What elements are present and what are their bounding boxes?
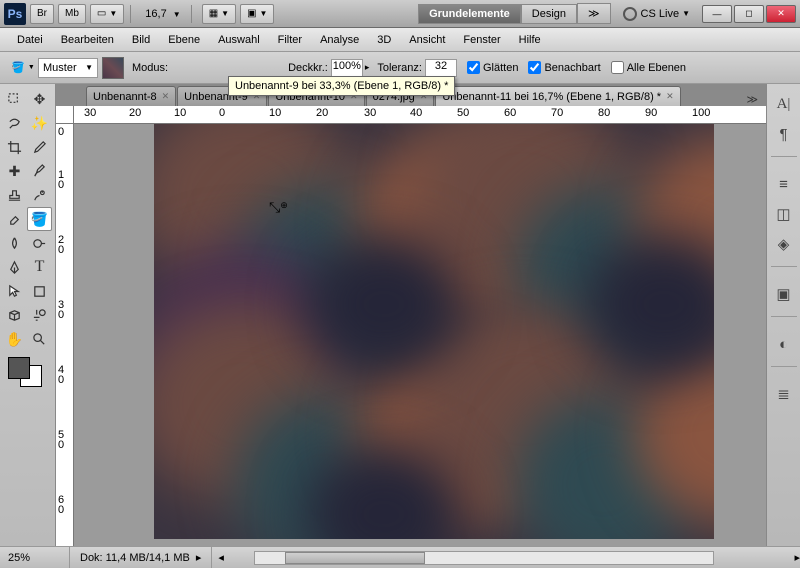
workspace-design[interactable]: Design	[521, 4, 577, 24]
canvas[interactable]	[154, 124, 714, 539]
deckkraft-arrow-icon[interactable]: ▸	[365, 62, 370, 73]
benachbart-checkbox[interactable]: Benachbart	[528, 61, 600, 74]
menubar: Datei Bearbeiten Bild Ebene Auswahl Filt…	[0, 28, 800, 52]
status-docsize[interactable]: Dok: 11,4 MB/14,1 MB ▸	[70, 547, 212, 568]
shape-tool[interactable]	[27, 279, 52, 303]
close-icon[interactable]: ✕	[162, 91, 170, 102]
arrange-button[interactable]: ▦▼	[202, 4, 236, 24]
canvas-wrap: 3020100102030405060708090100 01020304050…	[56, 106, 766, 546]
brush-tool[interactable]	[27, 159, 52, 183]
layout-button[interactable]: ▭▼	[90, 4, 124, 24]
pen-tool[interactable]	[2, 255, 27, 279]
bridge-button[interactable]: Br	[30, 4, 54, 24]
lasso-tool[interactable]	[2, 111, 27, 135]
eraser-tool[interactable]	[2, 207, 27, 231]
character-panel-icon[interactable]: A|	[772, 92, 796, 116]
scroll-left-icon[interactable]: ◂	[218, 551, 224, 564]
type-tool[interactable]: T	[27, 255, 52, 279]
bucket-tool[interactable]: 🪣	[27, 207, 52, 231]
scroll-right-icon[interactable]: ▸	[794, 551, 800, 564]
toleranz-input[interactable]: 32	[425, 59, 457, 77]
pattern-swatch[interactable]	[102, 57, 124, 79]
zoom-tool[interactable]	[27, 327, 52, 351]
magic-wand-tool[interactable]: ✨	[27, 111, 52, 135]
close-button[interactable]: ✕	[766, 5, 796, 23]
healing-tool[interactable]: ✚	[2, 159, 27, 183]
zoom-display[interactable]: 16,7 ▼	[141, 8, 184, 20]
layers-panel-icon[interactable]: ◈	[772, 232, 796, 256]
workspace-grundelemente[interactable]: Grundelemente	[418, 4, 521, 24]
minibridge-button[interactable]: Mb	[58, 4, 86, 24]
status-zoom[interactable]: 25%	[0, 547, 70, 568]
scrollbar-thumb[interactable]	[285, 552, 425, 564]
crop-tool[interactable]	[2, 135, 27, 159]
maximize-button[interactable]: ◻	[734, 5, 764, 23]
minimize-button[interactable]: —	[702, 5, 732, 23]
doc-tab[interactable]: Unbenannt-8✕	[86, 86, 176, 106]
screen-mode-button[interactable]: ▣▼	[240, 4, 274, 24]
blur-tool[interactable]	[2, 231, 27, 255]
tabs-overflow[interactable]: ≫	[738, 93, 766, 106]
cslive-button[interactable]: CS Live▼	[623, 7, 690, 21]
app-icon: Ps	[4, 3, 26, 25]
menu-auswahl[interactable]: Auswahl	[209, 31, 269, 49]
eyedropper-tool[interactable]	[27, 135, 52, 159]
move-arrow-tool[interactable]: ✥	[27, 87, 52, 111]
styles-panel-icon[interactable]: ≣	[772, 382, 796, 406]
menu-ebene[interactable]: Ebene	[159, 31, 209, 49]
adjust-panel-icon[interactable]: ◐	[772, 332, 796, 356]
options-bar: 🪣▼ Muster▼ Modus: Deckkr.: 100% ▸ Tolera…	[0, 52, 800, 84]
stamp-tool[interactable]	[2, 183, 27, 207]
toleranz-label: Toleranz:	[377, 62, 422, 74]
toolbox: ✥ ✨ ✚ 🪣 T ✋	[0, 84, 56, 546]
ruler-vertical[interactable]: 0102030405060	[56, 124, 74, 546]
document-area: Unbenannt-8✕ Unbenannt-9✕ Unbenannt-10✕ …	[56, 84, 766, 546]
cslive-icon	[623, 7, 637, 21]
modus-label: Modus:	[132, 62, 168, 74]
deckkraft-input[interactable]: 100%	[331, 59, 363, 77]
menu-bearbeiten[interactable]: Bearbeiten	[52, 31, 123, 49]
menu-fenster[interactable]: Fenster	[454, 31, 509, 49]
titlebar: Ps Br Mb ▭▼ 16,7 ▼ ▦▼ ▣▼ Grundelemente D…	[0, 0, 800, 28]
color-swatches[interactable]	[2, 357, 53, 387]
scrollbar-horizontal[interactable]	[254, 551, 715, 565]
path-select-tool[interactable]	[2, 279, 27, 303]
statusbar: 25% Dok: 11,4 MB/14,1 MB ▸ ◂ ▸	[0, 546, 800, 568]
camera-tool[interactable]	[27, 303, 52, 327]
menu-ansicht[interactable]: Ansicht	[400, 31, 454, 49]
doc-tab-active[interactable]: Unbenannt-11 bei 16,7% (Ebene 1, RGB/8) …	[435, 86, 680, 106]
menu-filter[interactable]: Filter	[269, 31, 311, 49]
history-brush-tool[interactable]	[27, 183, 52, 207]
fill-mode-select[interactable]: Muster▼	[38, 58, 98, 78]
current-tool-icon[interactable]: 🪣▼	[8, 57, 38, 79]
move-tool[interactable]	[2, 87, 27, 111]
foreground-color[interactable]	[8, 357, 30, 379]
deckkraft-label: Deckkr.:	[288, 62, 328, 74]
ruler-horizontal[interactable]: 3020100102030405060708090100	[74, 106, 766, 124]
alle-ebenen-checkbox[interactable]: Alle Ebenen	[611, 61, 686, 74]
workspace-more[interactable]: ≫	[577, 3, 611, 24]
dodge-tool[interactable]	[27, 231, 52, 255]
hand-tool[interactable]: ✋	[2, 327, 27, 351]
close-icon[interactable]: ✕	[666, 91, 674, 102]
align-panel-icon[interactable]: ≡	[772, 172, 796, 196]
glaetten-checkbox[interactable]: Glätten	[467, 61, 518, 74]
menu-3d[interactable]: 3D	[368, 31, 400, 49]
panel-dock: A| ¶ ≡ ◫ ◈ ▣ ◐ ≣	[766, 84, 800, 546]
ruler-origin[interactable]	[56, 106, 74, 124]
menu-analyse[interactable]: Analyse	[311, 31, 368, 49]
pathfinder-panel-icon[interactable]: ◫	[772, 202, 796, 226]
transform-panel-icon[interactable]: ▣	[772, 282, 796, 306]
tab-tooltip: Unbenannt-9 bei 33,3% (Ebene 1, RGB/8) *	[228, 76, 455, 96]
canvas-viewport[interactable]: ⤡⊕	[74, 124, 766, 546]
menu-hilfe[interactable]: Hilfe	[510, 31, 550, 49]
menu-bild[interactable]: Bild	[123, 31, 159, 49]
3d-tool[interactable]	[2, 303, 27, 327]
paragraph-panel-icon[interactable]: ¶	[772, 122, 796, 146]
menu-datei[interactable]: Datei	[8, 31, 52, 49]
